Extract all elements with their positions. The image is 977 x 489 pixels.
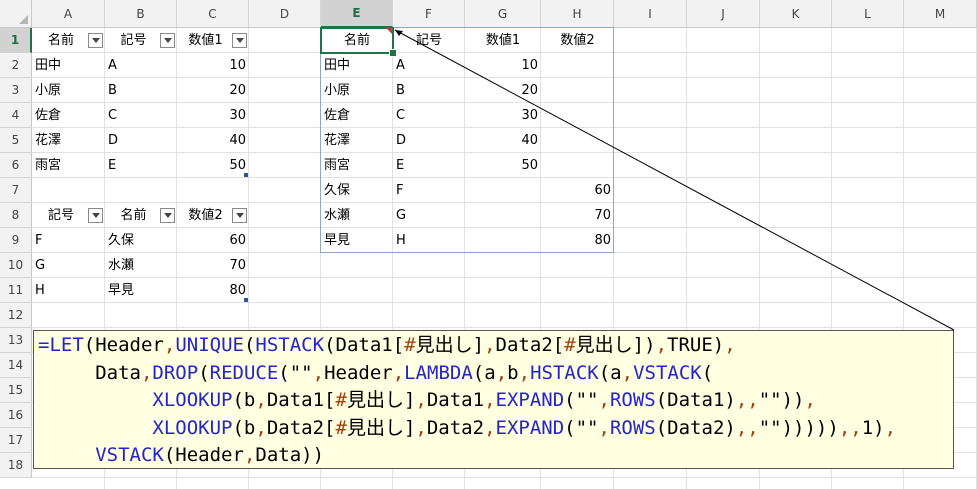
comment-leader-line <box>394 29 955 331</box>
